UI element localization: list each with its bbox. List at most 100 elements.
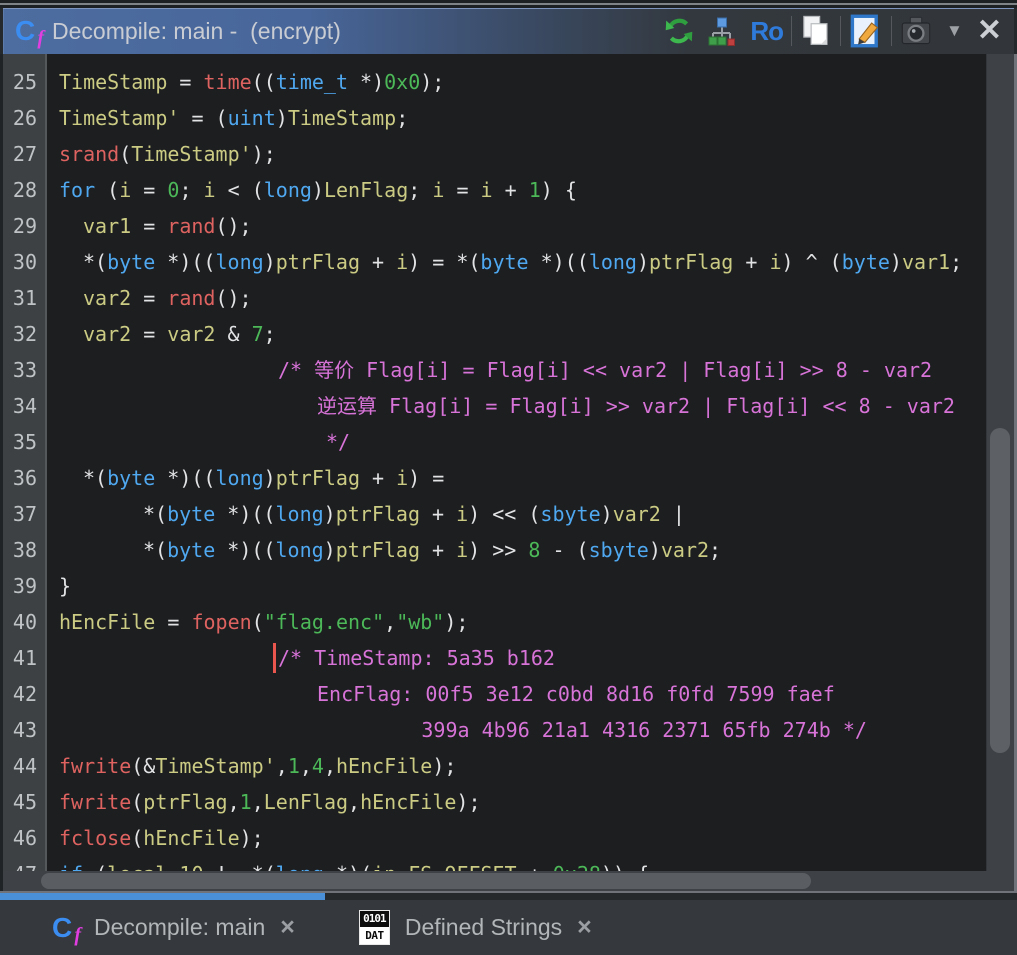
line-number: 35 — [3, 424, 45, 460]
ro-button[interactable]: Ro — [750, 16, 783, 47]
tab-bar: C f Decompile: main × 0101 DAT Defined S… — [0, 900, 1017, 955]
line-number: 26 — [3, 100, 45, 136]
line-number: 39 — [3, 568, 45, 604]
tab-decompile-main[interactable]: C f Decompile: main × — [52, 912, 295, 944]
code-text: hEncFile = fopen("flag.enc","wb"); — [45, 604, 987, 640]
snapshot-camera-icon[interactable] — [900, 15, 932, 47]
code-text: fwrite(&TimeStamp',1,4,hEncFile); — [45, 748, 987, 784]
tab-close-icon[interactable]: × — [280, 915, 295, 940]
code-listing: 25TimeStamp = time((time_t *)0x0);26Time… — [3, 54, 987, 871]
code-line[interactable]: 28for (i = 0; i < (long)LenFlag; i = i +… — [3, 172, 987, 208]
code-text: */ — [45, 424, 987, 460]
code-line[interactable]: 41/* TimeStamp: 5a35 b162 — [3, 640, 987, 676]
code-line[interactable]: 29var1 = rand(); — [3, 208, 987, 244]
code-line[interactable]: 36*(byte *)((long)ptrFlag + i) = — [3, 460, 987, 496]
line-number: 40 — [3, 604, 45, 640]
code-text: } — [45, 568, 987, 604]
code-line[interactable]: 45fwrite(ptrFlag,1,LenFlag,hEncFile); — [3, 784, 987, 820]
code-text: EncFlag: 00f5 3e12 c0bd 8d16 f0fd 7599 f… — [45, 676, 987, 712]
line-number: 31 — [3, 280, 45, 316]
edit-icon[interactable] — [849, 14, 883, 48]
horizontal-scrollbar-thumb[interactable] — [41, 873, 811, 889]
line-number: 46 — [3, 820, 45, 856]
line-number: 33 — [3, 352, 45, 388]
vertical-scrollbar-thumb[interactable] — [990, 428, 1010, 753]
line-number: 47 — [3, 856, 45, 871]
code-line[interactable]: 46fclose(hEncFile); — [3, 820, 987, 856]
code-line[interactable]: 38*(byte *)((long)ptrFlag + i) >> 8 - (s… — [3, 532, 987, 568]
code-text: *(byte *)((long)ptrFlag + i) = — [45, 460, 987, 496]
horizontal-scrollbar[interactable] — [3, 871, 987, 891]
code-line[interactable]: 33/* 等价 Flag[i] = Flag[i] << var2 | Flag… — [3, 352, 987, 388]
code-line[interactable]: 31var2 = rand(); — [3, 280, 987, 316]
code-text: var1 = rand(); — [45, 208, 987, 244]
code-line[interactable]: 32var2 = var2 & 7; — [3, 316, 987, 352]
code-text: if (local_10 != *(long *)(in_FS_OFFSET +… — [45, 856, 987, 871]
tab-close-icon[interactable]: × — [577, 915, 592, 940]
line-number: 34 — [3, 388, 45, 424]
active-tab-indicator — [0, 893, 325, 900]
line-number: 27 — [3, 136, 45, 172]
code-text: var2 = rand(); — [45, 280, 987, 316]
code-line[interactable]: 47if (local_10 != *(long *)(in_FS_OFFSET… — [3, 856, 987, 871]
code-line[interactable]: 37*(byte *)((long)ptrFlag + i) << (sbyte… — [3, 496, 987, 532]
window-title: Decompile: main - (encrypt) — [52, 18, 341, 45]
code-text: *(byte *)((long)ptrFlag + i) >> 8 - (sby… — [45, 532, 987, 568]
dropdown-arrow-icon[interactable]: ▼ — [946, 21, 963, 41]
code-line[interactable]: 35*/ — [3, 424, 987, 460]
close-icon[interactable]: ✕ — [977, 16, 1002, 46]
line-number: 36 — [3, 460, 45, 496]
copy-icon[interactable] — [800, 14, 832, 48]
code-text: srand(TimeStamp'); — [45, 136, 987, 172]
decompiler-c-icon: C f — [52, 912, 79, 944]
code-text: for (i = 0; i < (long)LenFlag; i = i + 1… — [45, 172, 987, 208]
code-text: fclose(hEncFile); — [45, 820, 987, 856]
code-text: var2 = var2 & 7; — [45, 316, 987, 352]
graph-view-icon[interactable] — [708, 17, 736, 46]
code-line[interactable]: 30*(byte *)((long)ptrFlag + i) = *(byte … — [3, 244, 987, 280]
tab-label: Defined Strings — [405, 914, 562, 941]
decompiler-code-panel: 25TimeStamp = time((time_t *)0x0);26Time… — [3, 54, 1014, 891]
line-number: 43 — [3, 712, 45, 748]
code-line[interactable]: 40hEncFile = fopen("flag.enc","wb"); — [3, 604, 987, 640]
line-number: 25 — [3, 64, 45, 100]
code-line[interactable]: 39} — [3, 568, 987, 604]
tab-label: Decompile: main — [94, 914, 265, 941]
decompiler-c-icon: C f — [15, 15, 42, 47]
text-cursor — [273, 643, 276, 673]
code-text: 399a 4b96 21a1 4316 2371 65fb 274b */ — [45, 712, 987, 748]
code-text: TimeStamp' = (uint)TimeStamp; — [45, 100, 987, 136]
line-number: 30 — [3, 244, 45, 280]
scrollbar-corner — [987, 871, 1014, 891]
toolbar-separator — [891, 16, 892, 46]
line-number: 38 — [3, 532, 45, 568]
vertical-scrollbar[interactable] — [986, 54, 1014, 871]
line-number: 28 — [3, 172, 45, 208]
code-viewport[interactable]: 25TimeStamp = time((time_t *)0x0);26Time… — [3, 54, 987, 871]
code-text: 逆运算 Flag[i] = Flag[i] >> var2 | Flag[i] … — [45, 388, 987, 424]
line-number: 42 — [3, 676, 45, 712]
code-line[interactable]: 34逆运算 Flag[i] = Flag[i] >> var2 | Flag[i… — [3, 388, 987, 424]
code-text: *(byte *)((long)ptrFlag + i) << (sbyte)v… — [45, 496, 987, 532]
code-text: /* TimeStamp: 5a35 b162 — [45, 640, 987, 676]
window-frame-line — [0, 3, 1017, 5]
tab-defined-strings[interactable]: 0101 DAT Defined Strings × — [359, 910, 592, 945]
refresh-icon[interactable] — [664, 15, 694, 47]
code-line[interactable]: 27srand(TimeStamp'); — [3, 136, 987, 172]
line-number: 41 — [3, 640, 45, 676]
code-line[interactable]: 43399a 4b96 21a1 4316 2371 65fb 274b */ — [3, 712, 987, 748]
code-text: fwrite(ptrFlag,1,LenFlag,hEncFile); — [45, 784, 987, 820]
line-number: 44 — [3, 748, 45, 784]
line-number: 45 — [3, 784, 45, 820]
code-text: *(byte *)((long)ptrFlag + i) = *(byte *)… — [45, 244, 987, 280]
code-line[interactable]: 25TimeStamp = time((time_t *)0x0); — [3, 64, 987, 100]
code-text: TimeStamp = time((time_t *)0x0); — [45, 64, 987, 100]
code-line[interactable]: 26TimeStamp' = (uint)TimeStamp; — [3, 100, 987, 136]
code-text: /* 等价 Flag[i] = Flag[i] << var2 | Flag[i… — [45, 352, 987, 388]
line-number: 29 — [3, 208, 45, 244]
titlebar[interactable]: C f Decompile: main - (encrypt) — [3, 8, 1014, 54]
binary-data-icon: 0101 DAT — [359, 910, 390, 945]
line-number: 37 — [3, 496, 45, 532]
code-line[interactable]: 42EncFlag: 00f5 3e12 c0bd 8d16 f0fd 7599… — [3, 676, 987, 712]
code-line[interactable]: 44fwrite(&TimeStamp',1,4,hEncFile); — [3, 748, 987, 784]
